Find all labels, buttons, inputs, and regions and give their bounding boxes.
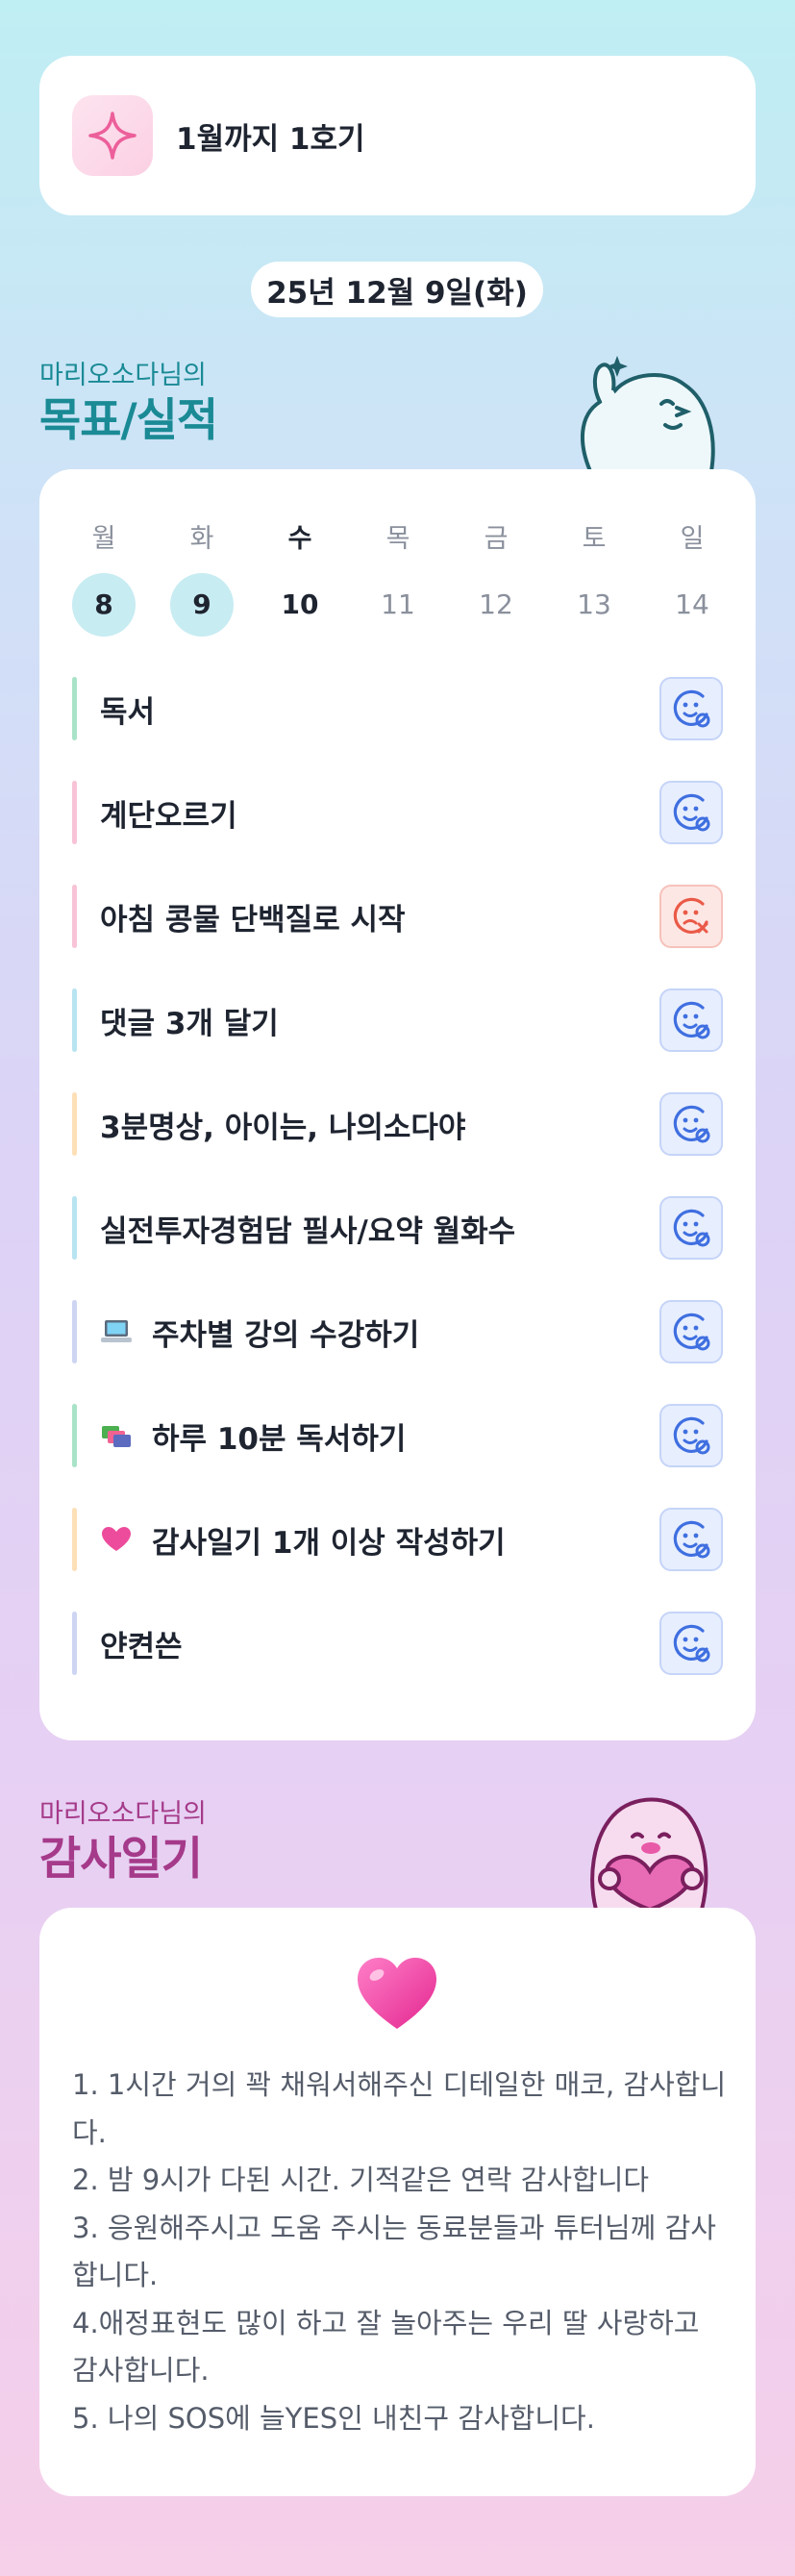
status-success-icon[interactable]	[659, 781, 723, 844]
status-success-icon[interactable]	[659, 1300, 723, 1363]
goal-row[interactable]: 주차별 강의 수강하기	[72, 1300, 723, 1363]
goal-color-bar	[72, 1612, 77, 1675]
status-success-icon[interactable]	[659, 1196, 723, 1260]
day-button[interactable]: 14	[660, 573, 724, 637]
day-button[interactable]: 12	[464, 573, 528, 637]
goal-label: 얀켠쓴	[100, 1622, 183, 1665]
goal-group-card[interactable]: 1월까지 1호기	[39, 56, 756, 215]
goal-label: 실전투자경험담 필사/요약 월화수	[100, 1207, 515, 1250]
gratitude-line: 4.애정표현도 많이 하고 잘 놀아주는 우리 딸 사랑하고 감사합니다.	[72, 2306, 700, 2388]
heart-icon	[100, 1526, 133, 1553]
goal-row[interactable]: 감사일기 1개 이상 작성하기	[72, 1508, 723, 1571]
status-success-icon[interactable]	[659, 988, 723, 1052]
status-success-icon[interactable]	[659, 1092, 723, 1156]
goal-color-bar	[72, 988, 77, 1052]
goal-color-bar	[72, 1300, 77, 1363]
goal-color-bar	[72, 1092, 77, 1156]
weekday-label: 목	[385, 524, 410, 554]
goal-group-title: 1월까지 1호기	[176, 121, 365, 157]
goal-label: 독서	[100, 688, 155, 731]
goal-color-bar	[72, 885, 77, 948]
goal-label-text: 아침 콩물 단백질로 시작	[100, 902, 406, 938]
mascot-heart-illustration	[590, 1797, 708, 1910]
weekday-label: 화	[189, 524, 214, 554]
weekday-label: 토	[582, 524, 607, 554]
goal-label-text: 3분명상, 아이는, 나의소다야	[100, 1110, 466, 1145]
weekday-label: 월	[91, 524, 116, 554]
goal-label: 하루 10분 독서하기	[100, 1414, 406, 1458]
goals-section-title: 목표/실적	[39, 394, 218, 447]
weekday-label: 금	[484, 524, 509, 554]
goal-label: 주차별 강의 수강하기	[100, 1311, 419, 1354]
goal-label: 아침 콩물 단백질로 시작	[100, 895, 406, 938]
goal-color-bar	[72, 781, 77, 844]
goal-label: 댓글 3개 달기	[100, 999, 279, 1042]
gratitude-line: 3. 응원해주시고 도움 주시는 동료분들과 튜터님께 감사합니다.	[72, 2211, 716, 2292]
weekday-label: 수	[287, 524, 312, 554]
goal-color-bar	[72, 677, 77, 740]
goal-label-text: 주차별 강의 수강하기	[152, 1317, 420, 1353]
gratitude-card: 1. 1시간 거의 꽉 채워서해주신 디테일한 매코, 감사합니다. 2. 밤 …	[39, 1908, 756, 2496]
day-button[interactable]: 9	[170, 573, 234, 637]
day-button-today[interactable]: 10	[268, 573, 332, 637]
day-button[interactable]: 8	[72, 573, 136, 637]
day-button[interactable]: 13	[562, 573, 626, 637]
goal-label: 계단오르기	[100, 791, 237, 835]
gratitude-text: 1. 1시간 거의 꽉 채워서해주신 디테일한 매코, 감사합니다. 2. 밤 …	[72, 2062, 729, 2442]
date-pill[interactable]: 25년 12월 9일(화)	[251, 262, 543, 317]
goal-label-text: 계단오르기	[100, 798, 237, 834]
goal-color-bar	[72, 1508, 77, 1571]
goal-color-bar	[72, 1404, 77, 1467]
goal-row[interactable]: 실전투자경험담 필사/요약 월화수	[72, 1196, 723, 1260]
heart-icon	[358, 1958, 436, 2029]
sparkle-icon	[72, 95, 153, 176]
laptop-icon	[100, 1318, 133, 1345]
day-button[interactable]: 11	[366, 573, 430, 637]
goal-label-text: 감사일기 1개 이상 작성하기	[152, 1525, 506, 1561]
goal-row[interactable]: 계단오르기	[72, 781, 723, 844]
goal-color-bar	[72, 1196, 77, 1260]
goal-label: 3분명상, 아이는, 나의소다야	[100, 1103, 465, 1146]
goal-row[interactable]: 하루 10분 독서하기	[72, 1404, 723, 1467]
goal-label-text: 얀켠쓴	[100, 1629, 183, 1664]
status-success-icon[interactable]	[659, 1404, 723, 1467]
status-success-icon[interactable]	[659, 1508, 723, 1571]
gratitude-line: 2. 밤 9시가 다된 시간. 기적같은 연락 감사합니다	[72, 2163, 650, 2196]
gratitude-line: 5. 나의 SOS에 늘YES인 내친구 감사합니다.	[72, 2401, 595, 2435]
goal-row[interactable]: 얀켠쓴	[72, 1612, 723, 1675]
status-success-icon[interactable]	[659, 1612, 723, 1675]
gratitude-line: 1. 1시간 거의 꽉 채워서해주신 디테일한 매코, 감사합니다.	[72, 2068, 727, 2149]
goal-label-text: 실전투자경험담 필사/요약 월화수	[100, 1213, 516, 1249]
weekday-label: 일	[680, 524, 705, 554]
goal-label-text: 하루 10분 독서하기	[152, 1421, 407, 1457]
goal-label: 감사일기 1개 이상 작성하기	[100, 1518, 506, 1562]
goal-row[interactable]: 3분명상, 아이는, 나의소다야	[72, 1092, 723, 1156]
goal-label-text: 댓글 3개 달기	[100, 1006, 279, 1041]
status-fail-icon[interactable]	[659, 885, 723, 948]
status-success-icon[interactable]	[659, 677, 723, 740]
goal-row[interactable]: 아침 콩물 단백질로 시작	[72, 885, 723, 948]
gratitude-section-title: 감사일기	[39, 1833, 203, 1886]
goals-card: 월 화 수 목 금 토 일 8 9 10 11 12 13 14 독서계단오르기…	[39, 469, 756, 1740]
goal-row[interactable]: 댓글 3개 달기	[72, 988, 723, 1052]
books-icon	[100, 1422, 133, 1449]
mascot-waving-illustration	[581, 356, 715, 471]
goal-row[interactable]: 독서	[72, 677, 723, 740]
goal-label-text: 독서	[100, 694, 156, 730]
